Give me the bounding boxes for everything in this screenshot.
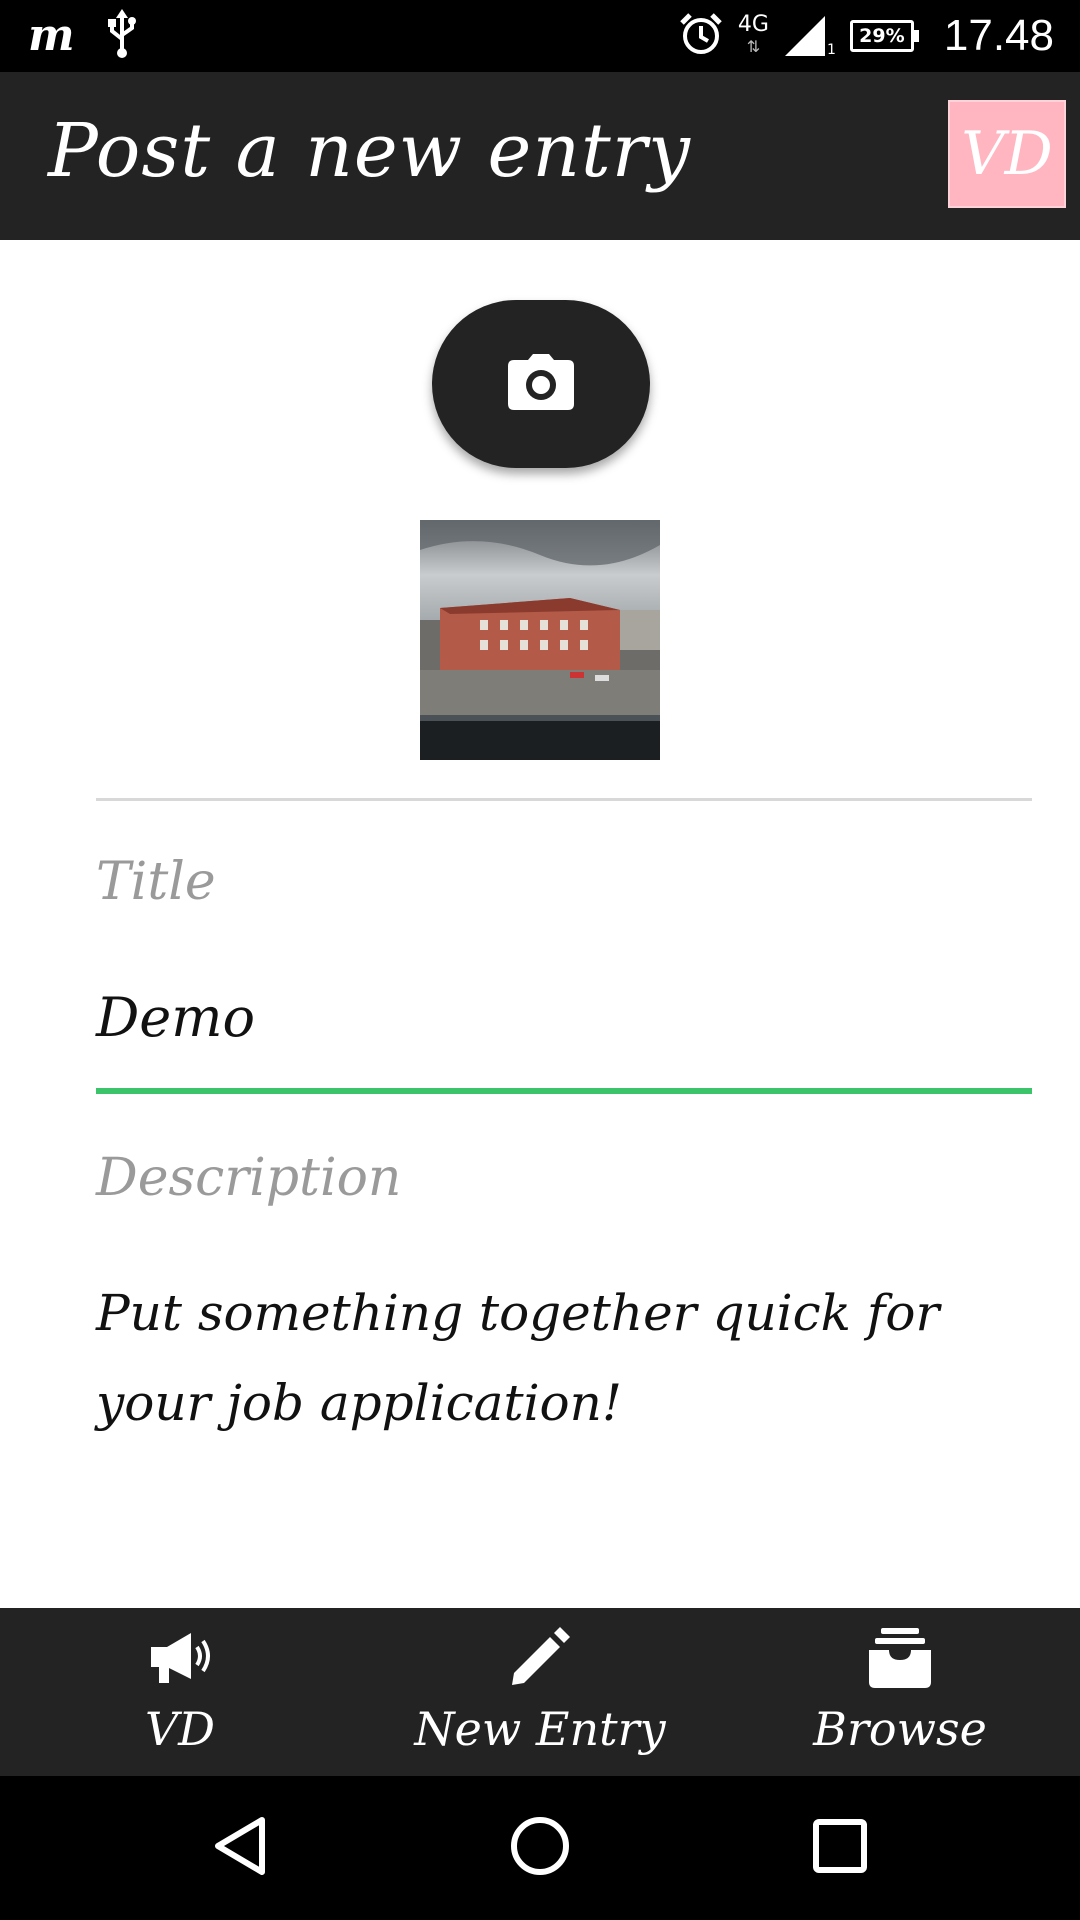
nav-item-vd[interactable]: VD bbox=[0, 1608, 360, 1776]
network-type: 4G bbox=[737, 12, 769, 37]
home-button[interactable] bbox=[504, 1812, 576, 1884]
vd-badge-button[interactable]: VD bbox=[948, 100, 1066, 208]
title-input[interactable]: Demo bbox=[96, 986, 255, 1049]
recents-button[interactable] bbox=[804, 1812, 876, 1884]
camera-icon bbox=[508, 354, 574, 414]
description-input[interactable]: Put something together quick for your jo… bbox=[96, 1268, 976, 1448]
back-icon bbox=[212, 1816, 268, 1880]
pencil-icon bbox=[510, 1622, 570, 1692]
network-indicator: 4G ⇅ bbox=[738, 14, 769, 58]
alarm-icon bbox=[678, 11, 724, 61]
signal-icon: 1 bbox=[783, 14, 836, 58]
system-navigation-bar bbox=[0, 1776, 1080, 1920]
nav-label-browse: Browse bbox=[813, 1702, 987, 1756]
nav-label-vd: VD bbox=[144, 1702, 216, 1756]
description-label: Description bbox=[96, 1148, 402, 1208]
back-button[interactable] bbox=[204, 1812, 276, 1884]
divider bbox=[96, 798, 1032, 801]
clock: 17.48 bbox=[943, 11, 1054, 60]
status-bar: m 4G ⇅ 1 29% 17.48 bbox=[0, 0, 1080, 72]
attached-photo[interactable] bbox=[420, 520, 660, 760]
home-icon bbox=[510, 1816, 570, 1880]
page-title: Post a new entry bbox=[48, 108, 691, 194]
post-entry-form: Title Demo Description Put something tog… bbox=[0, 240, 1080, 1608]
inbox-icon bbox=[869, 1622, 931, 1692]
bottom-navigation: VD New Entry Browse bbox=[0, 1608, 1080, 1776]
battery-icon: 29% bbox=[849, 20, 919, 52]
nav-label-new-entry: New Entry bbox=[414, 1702, 666, 1756]
usb-icon bbox=[105, 9, 139, 63]
nav-item-browse[interactable]: Browse bbox=[720, 1608, 1080, 1776]
app-bar: Post a new entry VD bbox=[0, 72, 1080, 240]
title-label: Title bbox=[96, 852, 216, 912]
nav-item-new-entry[interactable]: New Entry bbox=[360, 1608, 720, 1776]
recents-icon bbox=[813, 1819, 867, 1877]
data-arrows-icon: ⇅ bbox=[746, 37, 761, 56]
title-input-underline bbox=[96, 1088, 1032, 1094]
app-notification-icon: m bbox=[28, 10, 75, 61]
signal-sim-number: 1 bbox=[826, 42, 836, 58]
battery-level: 29% bbox=[859, 25, 905, 47]
megaphone-icon bbox=[147, 1622, 213, 1692]
camera-button[interactable] bbox=[432, 300, 650, 468]
